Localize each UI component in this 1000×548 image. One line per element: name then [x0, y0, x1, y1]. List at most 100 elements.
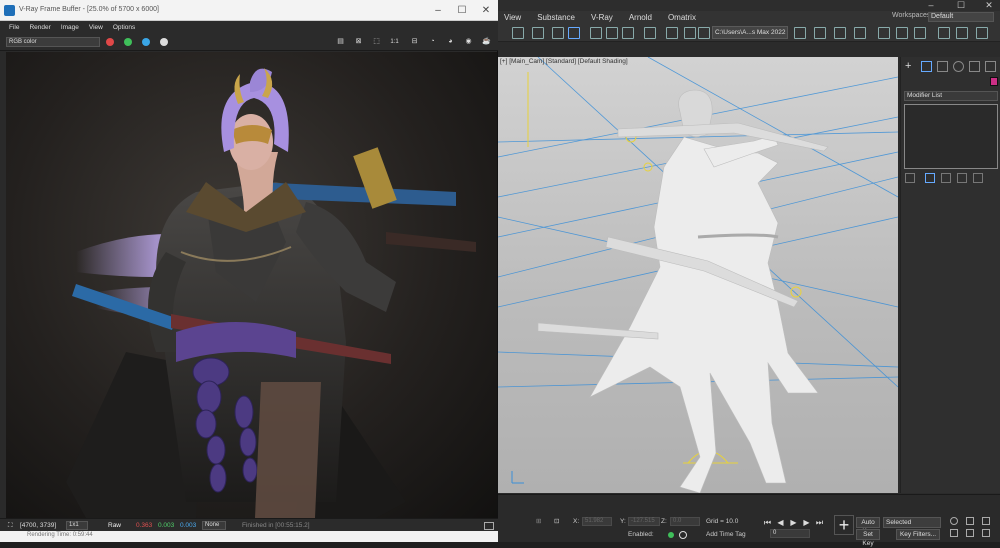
vfb-menu-render[interactable]: Render [29, 24, 50, 31]
previous-frame-icon[interactable]: ◀ [776, 518, 785, 527]
go-to-end-icon[interactable]: ⏭ [815, 518, 824, 527]
next-frame-icon[interactable]: ▶ [802, 518, 811, 527]
region-render-icon[interactable]: ⬚ [370, 36, 383, 48]
make-unique-icon[interactable] [941, 173, 951, 183]
arnold-render-icon[interactable] [878, 27, 890, 39]
project-folder-icon[interactable] [794, 27, 806, 39]
add-key-button[interactable]: + [834, 515, 854, 535]
interactive-render-icon[interactable]: ◔ [426, 36, 439, 48]
vfb-titlebar[interactable]: V-Ray Frame Buffer - [25.0% of 5700 x 60… [0, 0, 498, 21]
transform-mode-icon[interactable]: ⊡ [554, 517, 559, 525]
vfb-menu-image[interactable]: Image [61, 24, 79, 31]
grid-table-icon[interactable] [552, 27, 564, 39]
menu-substance[interactable]: Substance [537, 13, 575, 22]
enabled-indicator-icon[interactable] [668, 532, 674, 538]
create-tab-icon[interactable]: + [905, 61, 916, 72]
pin-stack-icon[interactable] [905, 173, 915, 183]
vfb-maximize-button[interactable]: ☐ [452, 4, 472, 17]
render-teapot-icon[interactable]: ☕ [480, 36, 493, 48]
pan-icon[interactable] [966, 529, 974, 537]
brush-icon[interactable] [976, 27, 988, 39]
display-tab-icon[interactable] [969, 61, 980, 72]
arnold-ipr-icon[interactable] [914, 27, 926, 39]
vfb-close-button[interactable]: ✕ [476, 4, 496, 17]
magnify-icon[interactable]: ⛶ [8, 521, 13, 530]
zoom-ratio[interactable]: 1:1 [388, 36, 401, 48]
camera-icon[interactable] [956, 27, 968, 39]
z-field[interactable]: 0.0 [670, 517, 700, 526]
zoom-all-icon[interactable] [966, 517, 974, 525]
render-frame-icon[interactable] [698, 27, 710, 39]
utilities-tab-icon[interactable] [985, 61, 996, 72]
go-to-start-icon[interactable]: ⏮ [763, 518, 772, 527]
set-key-button[interactable]: Set Key [856, 529, 880, 547]
ribbon-icon[interactable] [606, 27, 618, 39]
blue-channel-toggle[interactable] [142, 38, 150, 46]
arnold-light-icon[interactable] [896, 27, 908, 39]
auto-key-button[interactable]: Auto Key [856, 517, 880, 535]
perspective-viewport[interactable]: [+] [Main_Cam] [Standard] [Default Shadi… [498, 57, 898, 493]
vray-light-icon[interactable] [854, 27, 866, 39]
lock-selection-icon[interactable]: ⊞ [536, 517, 541, 525]
render-setup-icon[interactable] [684, 27, 696, 39]
green-channel-toggle[interactable] [124, 38, 132, 46]
viewport-label[interactable]: [+] [Main_Cam] [Standard] [Default Shadi… [500, 58, 628, 65]
key-filters-button[interactable]: Key Filters... [896, 529, 940, 540]
select-list-icon[interactable] [532, 27, 544, 39]
workspace-select[interactable]: Default [928, 12, 994, 22]
x-field[interactable]: 51.982 [582, 517, 612, 526]
mono-channel-toggle[interactable] [160, 38, 168, 46]
track-mouse-icon[interactable]: ⊟ [408, 36, 421, 48]
motion-tab-icon[interactable] [953, 61, 964, 72]
y-field[interactable]: -127.515 [628, 517, 660, 526]
render-icon[interactable]: ◉ [462, 36, 475, 48]
pixel-ratio-select[interactable]: 1x1 [66, 521, 88, 530]
color-mode-select[interactable]: None [202, 521, 226, 530]
align-icon[interactable] [622, 27, 634, 39]
layer-icon[interactable] [568, 27, 580, 39]
current-frame-field[interactable]: 0 [770, 529, 810, 538]
menu-omatrix[interactable]: Omatrix [668, 13, 696, 22]
menu-view[interactable]: View [504, 13, 521, 22]
orbit-icon[interactable] [982, 529, 990, 537]
key-selection-select[interactable]: Selected [883, 517, 941, 528]
schematic-icon[interactable] [644, 27, 656, 39]
vray-vfb-icon[interactable] [834, 27, 846, 39]
red-channel-toggle[interactable] [106, 38, 114, 46]
expand-panel-icon[interactable] [484, 522, 494, 530]
vfb-menu-options[interactable]: Options [113, 24, 135, 31]
menu-vray[interactable]: V-Ray [591, 13, 613, 22]
play-icon[interactable]: ▶ [789, 518, 798, 527]
zoom-icon[interactable] [950, 517, 958, 525]
max-close-button[interactable]: ✕ [980, 0, 998, 11]
clear-image-icon[interactable]: ⊠ [352, 36, 365, 48]
rendered-image[interactable] [6, 52, 497, 518]
max-maximize-button[interactable]: ☐ [952, 0, 970, 11]
object-color-swatch[interactable] [990, 77, 998, 86]
field-of-view-icon[interactable] [950, 529, 958, 537]
time-tag-icon[interactable] [679, 531, 687, 539]
zoom-extents-icon[interactable] [982, 517, 990, 525]
modifier-stack[interactable] [904, 104, 998, 169]
save-image-icon[interactable]: ▤ [334, 36, 347, 48]
scene-explorer-icon[interactable] [590, 27, 602, 39]
material-editor-icon[interactable] [666, 27, 678, 39]
configure-sets-icon[interactable] [973, 173, 983, 183]
vfb-minimize-button[interactable]: – [428, 4, 448, 17]
vfb-menu-file[interactable]: File [9, 24, 19, 31]
show-end-result-icon[interactable] [925, 173, 935, 183]
vray-render-icon[interactable] [814, 27, 826, 39]
project-path-select[interactable]: C:\Users\A...s Max 2022 [712, 26, 788, 39]
add-time-tag[interactable]: Add Time Tag [706, 531, 746, 538]
max-minimize-button[interactable]: – [922, 0, 940, 11]
hierarchy-tab-icon[interactable] [937, 61, 948, 72]
modify-tab-icon[interactable] [921, 61, 932, 72]
modifier-list-dropdown[interactable]: Modifier List [904, 91, 998, 101]
vfb-menu-view[interactable]: View [89, 24, 103, 31]
menu-arnold[interactable]: Arnold [629, 13, 652, 22]
stop-render-icon[interactable]: ◕ [444, 36, 457, 48]
channel-select[interactable]: RGB color [6, 37, 100, 47]
remove-modifier-icon[interactable] [957, 173, 967, 183]
undo-icon[interactable] [512, 27, 524, 39]
omatrix-icon[interactable] [938, 27, 950, 39]
